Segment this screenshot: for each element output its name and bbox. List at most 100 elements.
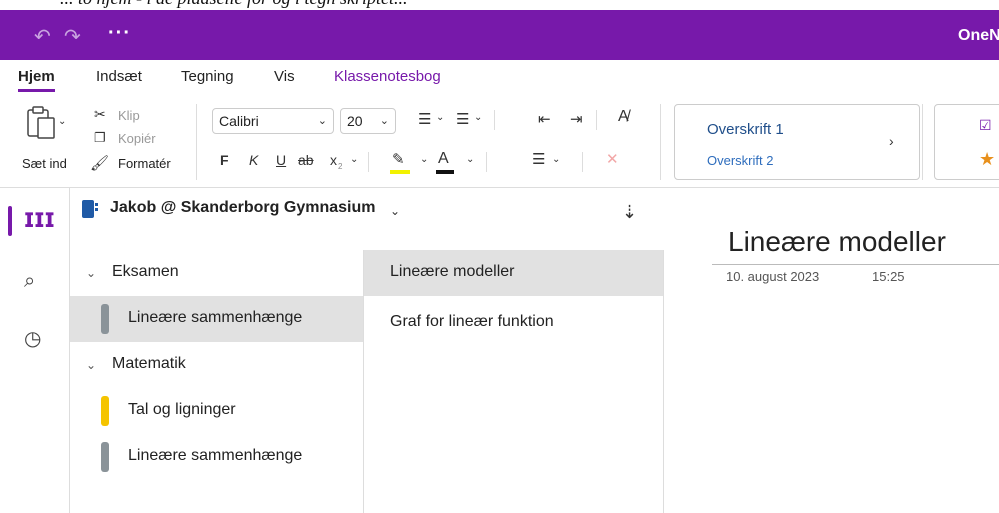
styles-gallery[interactable]: Overskrift 1 Overskrift 2 ›: [674, 104, 920, 180]
notebooks-icon[interactable]: 𝗜𝗜𝗜: [24, 208, 55, 233]
font-color-swatch: [436, 170, 454, 174]
section-label: Lineære sammenhænge: [128, 447, 303, 464]
font-family-dropdown[interactable]: Calibri ⌄: [212, 108, 334, 134]
notebook-title[interactable]: Jakob @ Skanderborg Gymnasium: [110, 199, 375, 217]
align-icon[interactable]: ☰: [532, 150, 545, 168]
ribbon-divider: [596, 110, 597, 130]
tab-insert[interactable]: Indsæt: [96, 68, 142, 85]
page-label: Graf for lineær funktion: [390, 313, 554, 330]
subscript-button[interactable]: x: [330, 152, 337, 168]
section-item[interactable]: Tal og ligninger: [70, 388, 363, 434]
section-label: Tal og ligninger: [128, 401, 236, 418]
bold-button[interactable]: F: [220, 152, 229, 168]
rail-selection-indicator: [8, 206, 12, 236]
section-label: Lineære sammenhænge: [128, 309, 303, 326]
title-bar: ↶ ↷ ··· OneN: [0, 10, 999, 60]
top-cropped-strip: ... to hjem - i de pladselle for og i te…: [0, 0, 999, 10]
ribbon-divider: [582, 152, 583, 172]
chevron-down-icon[interactable]: ⌄: [466, 154, 474, 165]
undo-icon[interactable]: ↶: [34, 24, 51, 49]
numbered-list-icon[interactable]: ☰: [456, 110, 469, 128]
sections-list: ⌄ Eksamen Lineære sammenhænge ⌄ Matemati…: [70, 250, 364, 513]
underline-button[interactable]: U: [276, 152, 286, 168]
italic-button[interactable]: K: [249, 152, 258, 168]
tab-view[interactable]: Vis: [274, 68, 295, 85]
page-time: 15:25: [872, 269, 905, 284]
format-painter-icon: 🖌: [90, 155, 110, 172]
page-title[interactable]: Lineære modeller: [728, 226, 946, 258]
delete-icon[interactable]: ✕: [606, 150, 619, 168]
tab-draw[interactable]: Tegning: [181, 68, 234, 85]
format-painter-button[interactable]: Formatér: [118, 156, 171, 171]
section-color-tab: [101, 304, 109, 334]
section-item[interactable]: Lineære sammenhænge: [70, 296, 363, 342]
section-group-matematik[interactable]: ⌄ Matematik: [70, 342, 363, 388]
page-title-underline: [712, 264, 999, 265]
app-title: OneN: [958, 27, 999, 44]
notebook-icon: [82, 200, 98, 218]
indent-icon[interactable]: ⇥: [570, 110, 583, 128]
chevron-down-icon[interactable]: ⌄: [350, 154, 358, 165]
font-size-dropdown[interactable]: 20 ⌄: [340, 108, 396, 134]
cropped-heading-text: ... to hjem - i de pladselle for og i te…: [60, 0, 407, 9]
redo-icon[interactable]: ↷: [64, 24, 81, 49]
copy-button[interactable]: Kopiér: [118, 131, 156, 146]
page-label: Lineære modeller: [390, 263, 515, 280]
font-color-icon[interactable]: A: [438, 150, 449, 168]
search-icon[interactable]: ⌕: [24, 270, 35, 293]
style-heading-1[interactable]: Overskrift 1: [707, 121, 784, 138]
page-item[interactable]: Lineære modeller: [364, 250, 663, 296]
bullet-list-icon[interactable]: ☰: [418, 110, 431, 128]
ribbon-divider: [494, 110, 495, 130]
copy-icon: ❐: [94, 130, 106, 145]
page-item[interactable]: Graf for lineær funktion: [364, 300, 663, 346]
chevron-down-icon[interactable]: ⌄: [436, 112, 444, 123]
chevron-down-icon[interactable]: ⌄: [474, 112, 482, 123]
highlighter-icon[interactable]: ✎: [392, 150, 405, 168]
chevron-down-icon: ⌄: [379, 115, 389, 127]
ribbon-divider: [368, 152, 369, 172]
section-group-label: Eksamen: [112, 263, 179, 280]
ribbon-divider: [196, 104, 197, 180]
chevron-down-icon[interactable]: ⌄: [552, 154, 560, 165]
tab-class-notebook[interactable]: Klassenotesbog: [334, 68, 441, 85]
section-item[interactable]: Lineære sammenhænge: [70, 434, 363, 480]
navigation-rail: 𝗜𝗜𝗜 ⌕ ◷: [0, 188, 70, 513]
cut-icon: ✂: [94, 106, 106, 122]
chevron-down-icon: ⌄: [86, 358, 97, 372]
ribbon-divider: [660, 104, 661, 180]
font-family-value: Calibri: [219, 113, 259, 129]
todo-checkbox-icon[interactable]: ☑: [979, 117, 992, 134]
page-date: 10. august 2023: [726, 269, 820, 284]
ribbon-tabs: Hjem Indsæt Tegning Vis Klassenotesbog: [0, 60, 999, 96]
clear-formatting-icon[interactable]: A̸: [618, 108, 629, 126]
ribbon: Sæt ind ⌄ ✂ Klip ❐ Kopiér 🖌 Formatér Cal…: [0, 96, 999, 188]
chevron-down-icon[interactable]: ⌄: [390, 204, 400, 218]
cut-button[interactable]: Klip: [118, 108, 140, 123]
chevron-down-icon: ⌄: [317, 115, 327, 127]
chevron-down-icon[interactable]: ⌄: [420, 154, 428, 165]
tags-gallery[interactable]: ☑ ★: [934, 104, 999, 180]
style-heading-2[interactable]: Overskrift 2: [707, 153, 773, 168]
highlight-color-swatch: [390, 170, 410, 174]
notebook-header: ⇣: [70, 188, 664, 254]
recent-clock-icon[interactable]: ◷: [24, 326, 41, 351]
strikethrough-button[interactable]: ab: [298, 152, 314, 168]
section-color-tab: [101, 396, 109, 426]
star-icon[interactable]: ★: [979, 149, 995, 170]
paste-button[interactable]: Sæt ind: [10, 104, 74, 176]
paste-icon: [27, 106, 55, 139]
section-group-eksamen[interactable]: ⌄ Eksamen: [70, 250, 363, 296]
subscript-mark: 2: [338, 162, 343, 171]
more-icon[interactable]: ···: [108, 22, 131, 45]
chevron-right-icon[interactable]: ›: [889, 133, 894, 149]
paste-chevron-icon[interactable]: ⌄: [58, 116, 66, 127]
outdent-icon[interactable]: ⇤: [538, 110, 551, 128]
page-canvas[interactable]: Lineære modeller 10. august 2023 15:25: [664, 188, 999, 513]
ribbon-divider: [486, 152, 487, 172]
font-size-value: 20: [347, 113, 363, 129]
paste-label: Sæt ind: [22, 156, 67, 171]
tab-home[interactable]: Hjem: [18, 68, 55, 92]
sort-icon[interactable]: ⇣: [622, 202, 637, 223]
section-color-tab: [101, 442, 109, 472]
